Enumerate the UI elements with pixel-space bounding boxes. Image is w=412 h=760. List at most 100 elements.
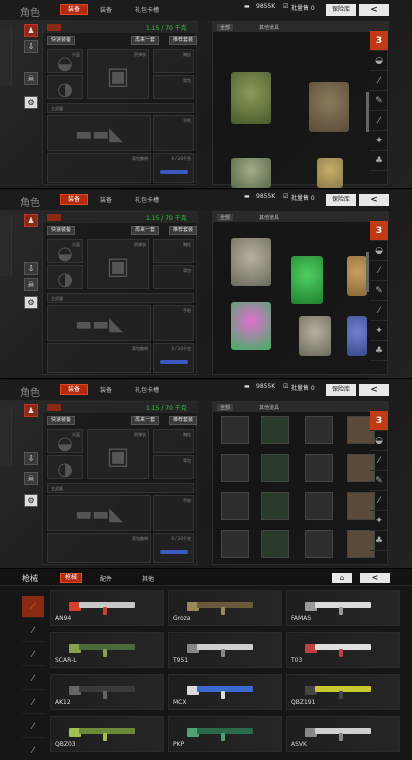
weapon-card[interactable]: Groza	[168, 590, 282, 626]
rig-item[interactable]	[221, 454, 249, 482]
tab-guns[interactable]: 枪械	[60, 573, 82, 583]
armor-slot[interactable]: 防弹衣 ▣	[87, 49, 149, 99]
category-helmet-icon[interactable]: ◒	[370, 241, 388, 261]
category-tool-icon[interactable]: ✎	[370, 281, 388, 301]
sniper-category-icon[interactable]: ⁄	[22, 668, 44, 690]
bag-slot[interactable]: 背包	[153, 75, 194, 99]
category-armor-icon[interactable]: 3	[370, 31, 388, 51]
settings-icon[interactable]: ⚙	[24, 296, 38, 309]
mask-slot[interactable]: ◑	[47, 265, 83, 290]
helmet-slot[interactable]: 头盔 ◒	[47, 239, 83, 264]
category-tool-icon[interactable]: ✎	[370, 471, 388, 491]
category-armor-icon[interactable]: 3	[370, 411, 388, 431]
back-button[interactable]: <	[360, 573, 390, 583]
repeat-loadout-button[interactable]: 再来一套	[131, 226, 160, 235]
tab-loadout[interactable]: 装备	[100, 385, 112, 394]
rig-slot[interactable]: 胸挂	[153, 429, 194, 453]
mask-slot[interactable]: ◑	[47, 455, 83, 480]
pistol-category-icon[interactable]: ⁄	[22, 716, 44, 738]
skull-icon[interactable]: ☠	[24, 278, 38, 291]
recommended-button[interactable]: 推荐套装	[169, 416, 198, 425]
smg-category-icon[interactable]: ⁄	[22, 620, 44, 642]
sell-count[interactable]: 批量售 0	[291, 383, 315, 392]
rig-item[interactable]	[305, 416, 333, 444]
vest-item[interactable]	[317, 158, 343, 188]
weapon-card[interactable]: QBZ03	[50, 716, 164, 752]
settings-icon[interactable]: ⚙	[24, 494, 38, 507]
rig-item[interactable]	[221, 416, 249, 444]
tab-attachments[interactable]: 配件	[100, 574, 112, 583]
download-icon[interactable]: ⇩	[24, 262, 38, 275]
rig-slot[interactable]: 胸挂	[153, 239, 194, 263]
melee-slot[interactable]: 0 / 20千克	[153, 533, 194, 563]
vest-item[interactable]	[231, 302, 271, 350]
vest-item[interactable]	[347, 316, 367, 356]
tab-equipment[interactable]: 装备	[60, 194, 88, 205]
rig-item[interactable]	[305, 492, 333, 520]
weapon-card[interactable]: T03	[286, 632, 400, 668]
download-icon[interactable]: ⇩	[24, 452, 38, 465]
tab-other-items[interactable]: 其他道具	[259, 214, 279, 221]
category-helmet-icon[interactable]: ◒	[370, 51, 388, 71]
tab-equipment[interactable]: 装备	[60, 4, 88, 15]
primary-weapon-slot[interactable]: ▬▬◣	[47, 115, 151, 151]
back-button[interactable]: <	[359, 384, 389, 396]
quick-equip-button[interactable]: 快速装备	[47, 416, 76, 425]
category-helmet-icon[interactable]: ◒	[370, 431, 388, 451]
quick-equip-button[interactable]: 快速装备	[47, 226, 76, 235]
tab-all[interactable]: 全部	[217, 404, 234, 411]
armor-slot[interactable]: 防弹衣 ▣	[87, 239, 149, 289]
weapon-card[interactable]: QBZ191	[286, 674, 400, 710]
category-bag-icon[interactable]: ♣	[370, 151, 388, 171]
back-button[interactable]: <	[359, 4, 389, 16]
recommended-button[interactable]: 推荐套装	[169, 226, 198, 235]
skull-icon[interactable]: ☠	[24, 472, 38, 485]
shotgun-category-icon[interactable]: ⁄	[22, 644, 44, 666]
character-icon[interactable]: ♟	[24, 404, 38, 417]
pistol-slot[interactable]: 手枪	[153, 495, 194, 531]
category-rifle-icon[interactable]: ⁄	[370, 71, 388, 91]
back-button[interactable]: <	[359, 194, 389, 206]
weapon-card[interactable]: PKP	[168, 716, 282, 752]
rig-item[interactable]	[261, 454, 289, 482]
pistol-slot[interactable]: 手枪	[153, 115, 194, 151]
tab-loadout[interactable]: 装备	[100, 195, 112, 204]
weapon-card[interactable]: ASVK	[286, 716, 400, 752]
weapon-card[interactable]: T951	[168, 632, 282, 668]
category-rifle-icon[interactable]: ⁄	[370, 261, 388, 281]
vest-item[interactable]	[231, 72, 271, 124]
rig-item[interactable]	[261, 416, 289, 444]
category-ammo-icon[interactable]: ⁄	[370, 111, 388, 131]
category-rifle-icon[interactable]: ⁄	[370, 451, 388, 471]
category-grenade-icon[interactable]: ✦	[370, 131, 388, 151]
tab-gift-slot[interactable]: 礼包卡槽	[135, 385, 159, 394]
lmg-category-icon[interactable]: ⁄	[22, 692, 44, 714]
weapon-card[interactable]: MCX	[168, 674, 282, 710]
weapon-card[interactable]: AN94	[50, 590, 164, 626]
rig-item[interactable]	[261, 492, 289, 520]
weapon-card[interactable]: FAMAS	[286, 590, 400, 626]
download-icon[interactable]: ⇩	[24, 40, 38, 53]
primary-weapon-slot[interactable]: ▬▬◣	[47, 305, 151, 341]
category-ammo-icon[interactable]: ⁄	[370, 301, 388, 321]
rig-slot[interactable]: 胸挂	[153, 49, 194, 73]
helmet-slot[interactable]: 头盔 ◒	[47, 49, 83, 74]
tab-all[interactable]: 全部	[217, 214, 234, 221]
category-grenade-icon[interactable]: ✦	[370, 511, 388, 531]
vest-item[interactable]	[291, 256, 323, 304]
item-scrollbar[interactable]	[366, 252, 369, 292]
tab-other-items[interactable]: 其他道具	[259, 24, 279, 31]
secondary-weapon-slot[interactable]: 背包携带	[47, 343, 151, 373]
bag-slot[interactable]: 背包	[153, 265, 194, 289]
melee-slot[interactable]: 0 / 20千克	[153, 343, 194, 373]
tab-other-items[interactable]: 其他道具	[259, 404, 279, 411]
quick-equip-button[interactable]: 快速装备	[47, 36, 76, 45]
item-scrollbar[interactable]	[366, 92, 369, 132]
pistol-slot[interactable]: 手枪	[153, 305, 194, 341]
category-bag-icon[interactable]: ♣	[370, 531, 388, 551]
recommended-button[interactable]: 推荐套装	[169, 36, 198, 45]
mask-slot[interactable]: ◑	[47, 75, 83, 100]
weapon-card[interactable]: SCAR-L	[50, 632, 164, 668]
rig-item[interactable]	[305, 530, 333, 558]
tab-gift-slot[interactable]: 礼包卡槽	[135, 5, 159, 14]
